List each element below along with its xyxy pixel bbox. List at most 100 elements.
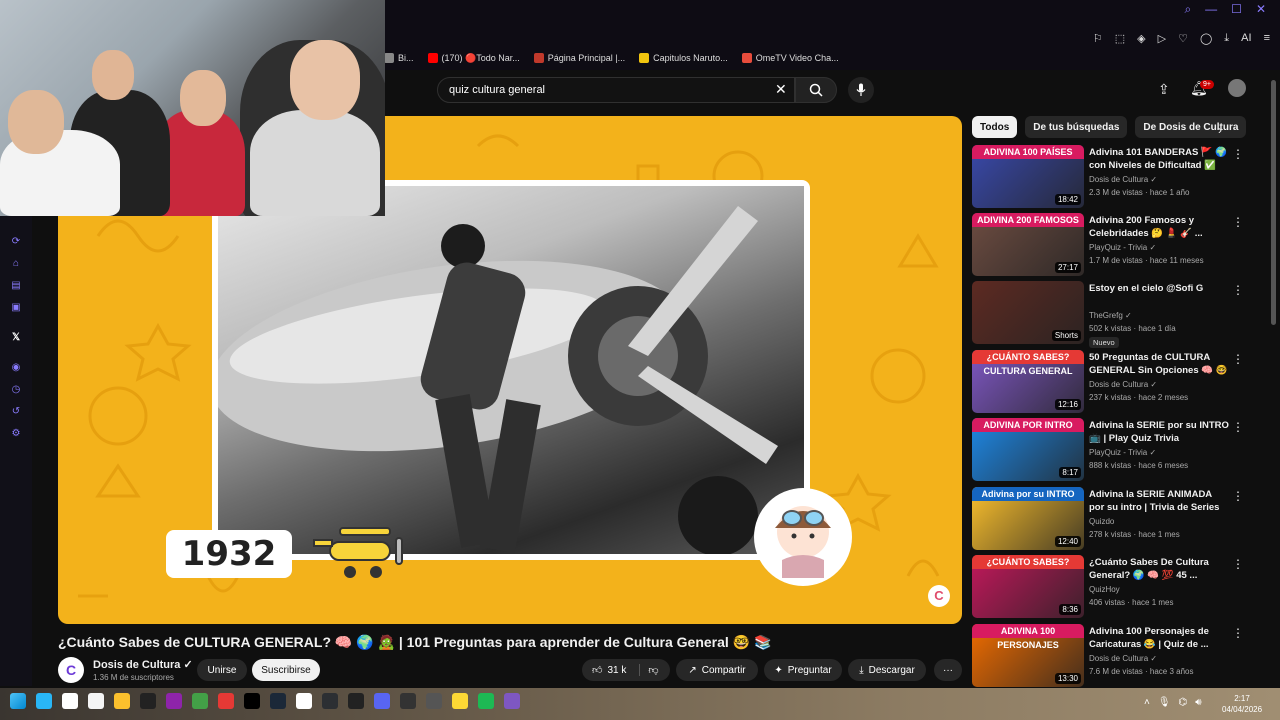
share-button[interactable]: ↗ Compartir [676,659,758,681]
more-options-icon[interactable]: ⋮ [1232,489,1244,503]
recommendation-title[interactable]: ¿Cuánto Sabes De Cultura General? 🌍 🧠 💯 … [1089,556,1229,582]
recommendation-title[interactable]: 50 Preguntas de CULTURA GENERAL Sin Opci… [1089,351,1229,377]
upload-icon[interactable]: ⇪ [1158,81,1170,98]
taskbar-app-icon[interactable] [140,693,156,709]
bookmark-item[interactable]: Página Principal |... [533,53,625,63]
recommendation-item[interactable]: ADIVINA 200 FAMOSOS 27:17 Adivina 200 Famo… [972,213,1262,277]
screenshot-icon[interactable]: ⬚ [1115,32,1125,45]
taskbar-app-icon[interactable] [426,693,442,709]
download-button[interactable]: ⤓ Descargar [848,659,926,681]
wifi-icon[interactable]: ⌬ [1179,697,1188,708]
video-thumbnail[interactable]: ¿CUÁNTO SABES? 8:36 [972,555,1084,618]
chevron-up-icon[interactable]: ˄ [1144,697,1150,708]
bookmark-item[interactable]: OmeTV Video Cha... [741,53,839,63]
recommendation-title[interactable]: Estoy en el cielo @Sofi G [1089,282,1229,295]
voice-search-button[interactable] [848,77,874,103]
recommendation-item[interactable]: ¿CUÁNTO SABES? 8:36 ¿Cuánto Sabes De Cultu… [972,555,1262,619]
taskbar-app-icon[interactable] [166,693,182,709]
bookmark-item[interactable]: Bi... [384,53,414,63]
more-options-icon[interactable]: ⋮ [1232,283,1244,297]
search-input[interactable]: quiz cultura general [437,77,795,103]
bookmark-item[interactable]: (170) 🔴Todo Nar... [427,53,520,64]
mail-icon[interactable]: ▣ [9,300,23,314]
minimize-icon[interactable]: — [1205,2,1217,17]
shield-icon[interactable]: ◈ [1137,32,1145,45]
ask-button[interactable]: ✦ Preguntar [764,659,842,681]
more-actions-button[interactable]: ··· [934,659,962,681]
filter-chip[interactable]: De Dosis de Cultura [1135,116,1247,138]
video-thumbnail[interactable]: Adivina por su INTRO 12:40 [972,487,1084,550]
video-thumbnail[interactable]: ADIVINA 200 FAMOSOS 27:17 [972,213,1084,276]
x-icon[interactable]: 𝕏 [9,330,23,344]
join-button[interactable]: Unirse [197,659,247,681]
taskbar-app-icon[interactable] [296,693,312,709]
recommendation-item[interactable]: Shorts Estoy en el cielo @Sofi G TheGrefg … [972,281,1262,348]
profile-icon[interactable]: ◯ [1200,32,1212,45]
taskbar-app-icon[interactable] [192,693,208,709]
heart-icon[interactable]: ♡ [1178,32,1188,45]
notes-icon[interactable]: ▤ [9,278,23,292]
taskbar-app-icon[interactable] [504,693,520,709]
more-options-icon[interactable]: ⋮ [1232,215,1244,229]
video-thumbnail[interactable]: ¿CUÁNTO SABES? CULTURA GENERAL 12:16 [972,350,1084,413]
close-icon[interactable]: ✕ [1256,2,1266,17]
recommendation-title[interactable]: Adivina la SERIE por su INTRO 📺 | Play Q… [1089,419,1229,445]
bookmark-icon[interactable]: ⚐ [1093,32,1103,45]
recommendation-title[interactable]: Adivina 200 Famosos y Celebridades 🤔 💄 🎸… [1089,214,1229,240]
ai-button[interactable]: AI [1241,32,1251,45]
search-icon[interactable]: ⌕ [1184,2,1191,17]
taskbar-app-icon[interactable] [348,693,364,709]
channel-name[interactable]: Dosis de Cultura ✓ [93,658,193,671]
recommendation-item[interactable]: Adivina por su INTRO 12:40 Adivina la SERI… [972,487,1262,551]
channel-watermark-logo[interactable]: C [928,585,950,607]
taskbar-app-icon[interactable] [36,693,52,709]
more-options-icon[interactable]: ⋮ [1232,626,1244,640]
like-count[interactable]: 31 k [607,665,626,676]
play-circle-icon[interactable]: ◉ [9,360,23,374]
more-options-icon[interactable]: ⋮ [1232,420,1244,434]
taskbar-app-icon[interactable] [400,693,416,709]
taskbar-app-icon[interactable] [478,693,494,709]
thumbs-up-icon[interactable]: 👍︎ [592,664,602,676]
recommendation-item[interactable]: ADIVINA 100 PAÍSES 18:42 Adivina 101 BANDE… [972,145,1262,209]
recommendation-title[interactable]: Adivina la SERIE ANIMADA por su intro | … [1089,488,1229,514]
recommendation-item[interactable]: ADIVINA 100 PERSONAJES 13:30 Adivina 100 P… [972,624,1262,688]
play-icon[interactable]: ▷ [1158,32,1166,45]
filter-chip[interactable]: De tus búsquedas [1025,116,1128,138]
thumbs-down-icon[interactable]: 👎︎ [639,664,659,676]
taskbar-app-icon[interactable] [374,693,390,709]
recommendation-title[interactable]: Adivina 100 Personajes de Caricaturas 😂 … [1089,625,1229,651]
taskbar-app-icon[interactable] [62,693,78,709]
scrollbar[interactable] [1271,80,1276,325]
mic-tray-icon[interactable]: 🎙︎ [1158,697,1171,708]
video-thumbnail[interactable]: Shorts [972,281,1084,344]
recommendation-title[interactable]: Adivina 101 BANDERAS 🚩 🌍 con Niveles de … [1089,146,1229,172]
volume-icon[interactable]: 🔊︎ [1195,697,1201,708]
bookmark-item[interactable]: Capitulos Naruto... [639,53,728,63]
taskbar-app-icon[interactable] [218,693,234,709]
video-thumbnail[interactable]: ADIVINA POR INTRO 8:17 [972,418,1084,481]
more-options-icon[interactable]: ⋮ [1232,147,1244,161]
taskbar-clock[interactable]: 2:17 04/04/2026 [1222,693,1262,715]
bag-icon[interactable]: ⌂ [9,256,23,270]
video-thumbnail[interactable]: ADIVINA 100 PAÍSES 18:42 [972,145,1084,208]
taskbar-app-icon[interactable] [88,693,104,709]
clock-icon[interactable]: ◷ [9,382,23,396]
settings-icon[interactable]: ⚙ [9,426,23,440]
refresh-icon[interactable]: ⟳ [9,234,23,248]
taskbar-app-icon[interactable] [322,693,338,709]
history-icon[interactable]: ↺ [9,404,23,418]
recommendation-item[interactable]: ADIVINA POR INTRO 8:17 Adivina la SERIE po… [972,418,1262,482]
subscribe-button[interactable]: Suscribirse [252,659,320,681]
chevron-right-icon[interactable]: › [1218,123,1222,137]
menu-icon[interactable]: ≡ [1264,32,1270,45]
more-options-icon[interactable]: ⋮ [1232,352,1244,366]
maximize-icon[interactable]: ☐ [1231,2,1242,17]
channel-avatar[interactable]: C [58,657,84,683]
windows-start-icon[interactable] [10,693,26,709]
clear-search-icon[interactable]: ✕ [775,81,787,98]
taskbar-app-icon[interactable] [452,693,468,709]
search-button[interactable] [795,77,837,103]
taskbar-app-icon[interactable] [244,693,260,709]
recommendation-item[interactable]: ¿CUÁNTO SABES? CULTURA GENERAL 12:16 50 Pr… [972,350,1262,414]
